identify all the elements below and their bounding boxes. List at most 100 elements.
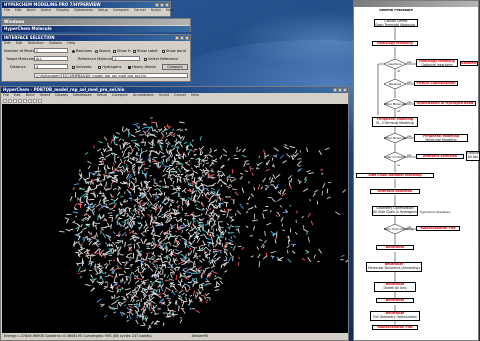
hydrogens-checkbox[interactable]: Hydrogens [98, 65, 121, 69]
windows-panel-titlebar[interactable]: Windows [2, 19, 190, 25]
num-molecules-field[interactable]: 2 [34, 48, 68, 53]
select-reference-checkbox[interactable]: Select Reference [144, 57, 178, 61]
flow-box-label: Interface Selection [377, 189, 413, 193]
windows-panel[interactable]: Windows HyperChem Molecule [1, 18, 191, 32]
flowchart-window[interactable]: Control CenterOpen Template Molecular Sy… [353, 0, 480, 341]
top-menu-item[interactable]: Compute [113, 8, 129, 13]
flow-decision-other_q: Other Molecules [384, 99, 407, 109]
top-menu-item[interactable]: Edit [15, 8, 22, 13]
flow-box-interface: Interface Selection [416, 154, 464, 159]
top-menu-item[interactable]: Cancel [134, 8, 146, 13]
top-menu-item[interactable]: Select [40, 8, 51, 13]
minimize-button[interactable] [155, 3, 159, 7]
dialog-minimize-button[interactable] [175, 36, 179, 40]
close-button[interactable] [165, 3, 169, 7]
main-menu-item[interactable]: Build [26, 93, 35, 98]
molecule-canvas[interactable] [2, 104, 354, 334]
dialog-titlebar[interactable]: INTERFACE SELECTION [2, 35, 190, 41]
main-menu-item[interactable]: Databases [73, 93, 92, 98]
interface-selection-dialog[interactable]: INTERFACE SELECTION Edit Edit Selection Opt… [1, 34, 191, 82]
reference-molecule-field[interactable]: 1 [112, 56, 140, 61]
residues-radio-dot [72, 49, 75, 53]
rotate-xy-icon[interactable] [13, 99, 17, 103]
maximize-button[interactable] [160, 3, 164, 7]
show-h-checkbox[interactable]: Show H [113, 49, 131, 53]
translate-xy-icon[interactable] [23, 99, 27, 103]
hyperview-window[interactable]: HYPERCHEM MODELING PRO 7/HYPERVIEW File E… [1, 1, 174, 17]
main-menu-item[interactable]: Display [55, 93, 68, 98]
flow-box-neut1: Neutralize [376, 245, 414, 250]
show-bond-checkbox[interactable]: Show bond [162, 49, 186, 53]
main-titlebar[interactable]: HyperChem - PDB7DB_model_rep_sol_mod_pro… [1, 87, 348, 93]
hydrogens-box [98, 65, 101, 69]
flow-box-label: Picture Superposition [416, 81, 456, 85]
compute-button[interactable]: Compute [162, 64, 188, 70]
select-reference-label: Select Reference [148, 57, 179, 61]
select-reference-box [144, 57, 147, 61]
heavy-atoms-label: Heavy Atoms [132, 65, 156, 69]
main-menu-item[interactable]: Script [159, 93, 169, 98]
main-menu-item[interactable]: Select [39, 93, 50, 98]
main-menu-item[interactable]: Compute [112, 93, 128, 98]
rotate-z-icon[interactable] [18, 99, 22, 103]
main-menu-item[interactable]: Edit [14, 93, 21, 98]
atom-bonds [59, 117, 354, 330]
top-menu-item[interactable]: Script [151, 8, 161, 13]
top-menu-item[interactable]: Build [27, 8, 36, 13]
select-tool-icon[interactable] [8, 99, 12, 103]
translate-z-icon[interactable] [28, 99, 32, 103]
main-title: HyperChem - PDB7DB_model_rep_sol_mod_pro… [3, 87, 125, 92]
show-label-checkbox[interactable]: Show Label [133, 49, 158, 53]
edge-label-yes: yes [407, 226, 412, 229]
atoms-radio[interactable]: Atoms [95, 49, 110, 53]
solvents-checkbox[interactable]: Solvents [72, 65, 91, 69]
clip-icon[interactable] [38, 99, 42, 103]
flow-box-sublabel: Molecular Modeling [425, 137, 457, 142]
heavy-atoms-checkbox[interactable]: Heavy Atoms [128, 65, 156, 69]
main-close-button[interactable] [343, 88, 347, 92]
hyperview-menubar: File Edit Build Select Display Databases Setup… [2, 8, 174, 13]
dlg-menu-item[interactable]: Edit [16, 41, 23, 46]
flow-box-label: Optimization of Hydrogen Bond [416, 101, 474, 105]
decision-label: Insertions [388, 62, 402, 66]
distance-field[interactable]: 4 [34, 64, 68, 69]
solvents-box [72, 65, 75, 69]
residues-radio[interactable]: Residues [72, 49, 92, 53]
flow-box-neut2: Neutralize [376, 298, 414, 303]
dlg-menu-item[interactable]: Edit [4, 41, 11, 46]
top-menu-item[interactable]: Setup [98, 8, 108, 13]
flow-box-dynamics: Neutralize Delete All Ions [374, 282, 416, 292]
top-menu-item[interactable]: Databases [74, 8, 93, 13]
flow-box-control: Control CenterOpen Template Molecular Sy… [374, 19, 418, 27]
main-menu-item[interactable]: File [3, 93, 9, 98]
hyperview-title: HYPERCHEM MODELING PRO 7/HYPERVIEW [4, 2, 101, 7]
zoom-icon[interactable] [33, 99, 37, 103]
hyperview-titlebar[interactable]: HYPERCHEM MODELING PRO 7/HYPERVIEW [2, 2, 170, 8]
top-menu-item[interactable]: Display [56, 8, 69, 13]
main-menu-item[interactable]: Help [191, 93, 199, 98]
edge-label-no: no [397, 164, 401, 167]
draw-tool-icon[interactable] [3, 99, 7, 103]
top-menu-item[interactable]: File [4, 8, 10, 13]
dialog-close-button[interactable] [185, 36, 189, 40]
main-menu-item[interactable]: Cancel [174, 93, 186, 98]
flow-box-hbond: Optimization of Hydrogen Bond [414, 101, 476, 106]
target-molecule-field[interactable]: ALL [34, 56, 68, 61]
dlg-menu-item[interactable]: Help [67, 41, 75, 46]
flow-decision-res_q: Residues [384, 79, 406, 89]
molecule-titlebar[interactable]: HyperChem Molecule [2, 26, 190, 32]
main-minimize-button[interactable] [333, 88, 337, 92]
dlg-menu-item[interactable]: Selection [28, 41, 44, 46]
flow-box-label: Interface Selection [422, 154, 458, 158]
show-bond-box [162, 49, 165, 53]
dlg-menu-item[interactable]: Options [49, 41, 63, 46]
top-menu-item[interactable]: Help [166, 8, 174, 13]
file-path-field[interactable]: C:\Hollandsen\TEST-MMPBSA\DE_model_rep_s… [34, 73, 188, 78]
flow-box-label: Ramachandran Plot [377, 325, 413, 329]
main-menu-item[interactable]: Setup [97, 93, 107, 98]
hyperchem-main-window[interactable]: HyperChem - PDB7DB_model_rep_sol_mod_pro… [0, 86, 354, 341]
main-menu-item[interactable]: Annotations [133, 93, 154, 98]
dialog-maximize-button[interactable] [180, 36, 184, 40]
main-maximize-button[interactable] [338, 88, 342, 92]
window-controls [155, 3, 169, 7]
